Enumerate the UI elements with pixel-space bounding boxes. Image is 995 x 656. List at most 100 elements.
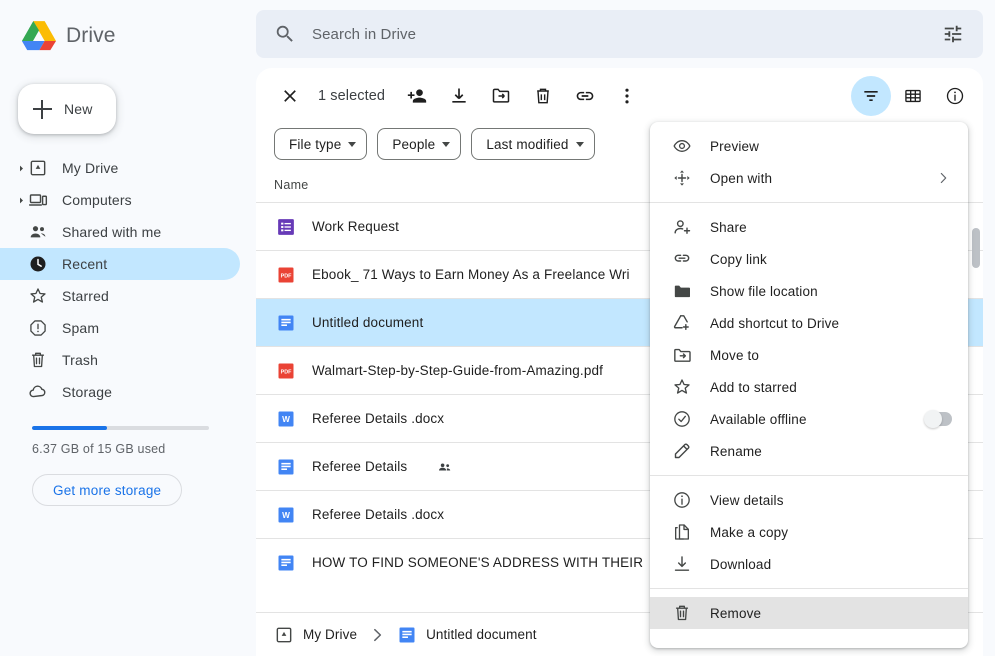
person-add-icon[interactable]: [397, 76, 437, 116]
breadcrumb-item[interactable]: Untitled document: [397, 625, 537, 645]
brand-name: Drive: [66, 24, 116, 47]
menu-item-view-details[interactable]: View details: [650, 484, 968, 516]
menu-item-show-file-location[interactable]: Show file location: [650, 275, 968, 307]
file-name: Untitled document: [312, 315, 424, 330]
file-name: Referee Details: [312, 459, 408, 474]
menu-item-label: Rename: [710, 443, 762, 459]
google-forms-icon: [276, 217, 296, 237]
menu-item-make-a-copy[interactable]: Make a copy: [650, 516, 968, 548]
trash-icon: [28, 350, 48, 370]
my-drive-icon: [28, 158, 48, 178]
sidebar-item-spam[interactable]: Spam: [0, 312, 240, 344]
svg-text:W: W: [282, 511, 290, 520]
breadcrumb-label: Untitled document: [426, 627, 537, 642]
sidebar: Drive New My Drive Computers Shared with m…: [0, 0, 256, 656]
submenu-arrow-icon: [934, 169, 952, 187]
menu-item-available-offline[interactable]: Available offline: [650, 403, 968, 435]
file-name: Referee Details .docx: [312, 507, 445, 522]
selection-count: 1 selected: [318, 88, 386, 104]
shared-with-me-icon: [28, 222, 48, 242]
link-icon: [672, 249, 692, 269]
google-docs-icon: [276, 457, 296, 477]
pencil-icon: [672, 441, 692, 461]
search-icon: [274, 23, 296, 45]
menu-item-share[interactable]: Share: [650, 211, 968, 243]
drive-app: Drive New My Drive Computers Shared with m…: [0, 0, 995, 656]
menu-item-download[interactable]: Download: [650, 548, 968, 580]
file-name: Work Request: [312, 219, 400, 234]
sidebar-item-storage[interactable]: Storage: [0, 376, 240, 408]
scrollbar-thumb[interactable]: [972, 228, 980, 268]
more-vert-icon[interactable]: [607, 76, 647, 116]
search-bar: [256, 10, 983, 58]
link-icon[interactable]: [565, 76, 605, 116]
menu-item-label: Available offline: [710, 411, 807, 427]
sidebar-item-recent[interactable]: Recent: [0, 248, 240, 280]
sidebar-item-label: Storage: [62, 384, 113, 400]
file-list-scrollbar[interactable]: [972, 202, 980, 612]
chevron-right-icon: [367, 625, 387, 645]
offline-check-icon: [672, 409, 692, 429]
filter-icon[interactable]: [851, 76, 891, 116]
filter-chip-label: People: [392, 136, 436, 152]
google-docs-icon: [397, 625, 417, 645]
get-more-storage-button[interactable]: Get more storage: [32, 474, 183, 506]
pdf-icon: PDF: [276, 265, 296, 285]
context-menu: Preview Open with Share Copy link Show file …: [650, 122, 968, 648]
menu-item-label: Download: [710, 556, 772, 572]
breadcrumb-label: My Drive: [303, 627, 358, 642]
available-offline-toggle[interactable]: [924, 410, 952, 428]
sidebar-item-label: Spam: [62, 320, 100, 336]
eye-icon: [672, 136, 692, 156]
search-options-icon[interactable]: [933, 14, 973, 54]
spam-icon: [28, 318, 48, 338]
filter-chip-people[interactable]: People: [377, 128, 462, 160]
trash-icon: [672, 603, 692, 623]
sidebar-item-computers[interactable]: Computers: [0, 184, 240, 216]
trash-icon[interactable]: [523, 76, 563, 116]
menu-item-add-to-starred[interactable]: Add to starred: [650, 371, 968, 403]
sidebar-item-label: My Drive: [62, 160, 119, 176]
computers-icon: [28, 190, 48, 210]
filter-chip-file-type[interactable]: File type: [274, 128, 368, 160]
sidebar-item-label: Recent: [62, 256, 108, 272]
sidebar-item-trash[interactable]: Trash: [0, 344, 240, 376]
sidebar-nav: My Drive Computers Shared with me Recent Sta…: [0, 152, 256, 408]
close-icon[interactable]: [270, 76, 310, 116]
move-to-folder-icon[interactable]: [481, 76, 521, 116]
brand[interactable]: Drive: [0, 8, 256, 64]
sidebar-item-shared-with-me[interactable]: Shared with me: [0, 216, 240, 248]
menu-item-add-shortcut-to-drive[interactable]: Add shortcut to Drive: [650, 307, 968, 339]
filter-chip-last-modified[interactable]: Last modified: [471, 128, 595, 160]
chevron-down-icon: [575, 141, 584, 147]
search-input[interactable]: [312, 25, 917, 43]
person-add-icon: [672, 217, 692, 237]
download-icon[interactable]: [439, 76, 479, 116]
sidebar-item-label: Computers: [62, 192, 132, 208]
chevron-right-icon[interactable]: [14, 164, 28, 173]
menu-separator: [650, 475, 968, 476]
file-name: HOW TO FIND SOMEONE'S ADDRESS WITH THEIR: [312, 555, 644, 570]
info-icon: [672, 490, 692, 510]
new-button-label: New: [64, 101, 93, 117]
google-drive-logo: [22, 21, 56, 51]
menu-item-move-to[interactable]: Move to: [650, 339, 968, 371]
breadcrumb-item[interactable]: My Drive: [274, 625, 357, 645]
filter-chip-label: Last modified: [486, 136, 569, 152]
sidebar-item-starred[interactable]: Starred: [0, 280, 240, 312]
star-icon: [28, 286, 48, 306]
menu-item-remove[interactable]: Remove: [650, 597, 968, 629]
menu-item-rename[interactable]: Rename: [650, 435, 968, 467]
menu-item-copy-link[interactable]: Copy link: [650, 243, 968, 275]
new-button[interactable]: New: [18, 84, 116, 134]
menu-item-preview[interactable]: Preview: [650, 130, 968, 162]
info-icon[interactable]: [935, 76, 975, 116]
copy-icon: [672, 522, 692, 542]
pdf-icon: PDF: [276, 361, 296, 381]
chevron-right-icon[interactable]: [14, 196, 28, 205]
sidebar-item-my-drive[interactable]: My Drive: [0, 152, 240, 184]
plus-icon: [33, 99, 52, 119]
grid-view-icon[interactable]: [893, 76, 933, 116]
menu-item-open-with[interactable]: Open with: [650, 162, 968, 194]
selection-toolbar: 1 selected: [256, 68, 983, 124]
